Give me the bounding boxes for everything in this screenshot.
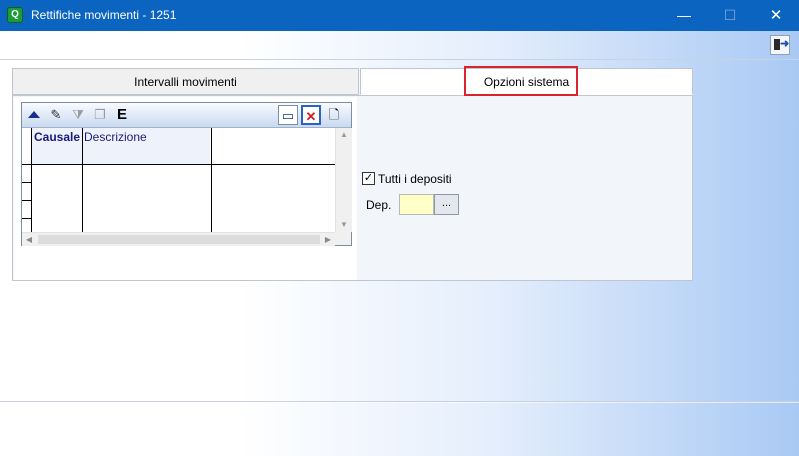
- move-up-icon: [28, 111, 40, 118]
- window-title: Rettifiche movimenti - 1251: [31, 8, 177, 22]
- column-divider: [82, 128, 83, 232]
- tutti-depositi-checkbox[interactable]: ✓: [362, 172, 375, 185]
- window-icon[interactable]: ▭: [278, 105, 298, 125]
- scroll-up-icon[interactable]: ▲: [336, 128, 352, 142]
- scroll-down-icon[interactable]: ▼: [336, 218, 352, 232]
- scroll-left-icon[interactable]: ◀: [22, 233, 36, 246]
- vertical-scrollbar[interactable]: ▲ ▼: [335, 128, 352, 232]
- arrow-right-icon: ➜: [780, 38, 790, 50]
- delete-icon[interactable]: ✕: [301, 105, 321, 125]
- scroll-right-icon[interactable]: ▶: [321, 233, 335, 246]
- scroll-corner: [335, 232, 351, 245]
- horizontal-scrollbar[interactable]: ◀ ▶: [22, 232, 335, 246]
- dep-field[interactable]: [399, 194, 434, 215]
- export-icon[interactable]: E: [112, 105, 132, 125]
- filter-icon[interactable]: ⧩: [68, 105, 88, 125]
- new-page-icon[interactable]: 🗋: [324, 105, 344, 125]
- title-bar: Q Rettifiche movimenti - 1251 — ☐ ✕: [0, 0, 799, 31]
- dep-lookup-button[interactable]: ...: [434, 194, 459, 215]
- tab-intervalli-movimenti[interactable]: Intervalli movimenti: [12, 68, 359, 95]
- row-indicator-column: [22, 128, 32, 232]
- left-pane: ✎ ⧩ ❐ E ▭ ✕ 🗋 Causale Descrizione ▲ ▼ ◀ …: [14, 97, 357, 280]
- row-divider: [22, 182, 31, 183]
- tab-strip: Intervalli movimenti Opzioni sistema: [12, 68, 693, 96]
- move-up-button[interactable]: [24, 105, 44, 125]
- scroll-thumb[interactable]: [38, 235, 320, 244]
- opzioni-pane: ✓ Tutti i depositi Dep. ...: [359, 97, 692, 280]
- header-divider: [31, 164, 335, 165]
- tab-panel: ✎ ⧩ ❐ E ▭ ✕ 🗋 Causale Descrizione ▲ ▼ ◀ …: [12, 95, 693, 281]
- causali-grid: ✎ ⧩ ❐ E ▭ ✕ 🗋 Causale Descrizione ▲ ▼ ◀ …: [21, 102, 352, 246]
- exit-button[interactable]: ➜: [770, 35, 790, 55]
- grid-toolbar: ✎ ⧩ ❐ E ▭ ✕ 🗋: [22, 103, 351, 128]
- dep-label: Dep.: [366, 198, 392, 212]
- row-divider: [22, 200, 31, 201]
- maximize-button[interactable]: ☐: [707, 0, 753, 31]
- column-header-descrizione[interactable]: Descrizione: [84, 130, 147, 144]
- edit-list-icon[interactable]: ✎: [46, 105, 66, 125]
- copy-icon[interactable]: ❐: [90, 105, 110, 125]
- grid-body[interactable]: Causale Descrizione: [22, 128, 335, 232]
- row-divider: [22, 164, 31, 165]
- column-header-causale[interactable]: Causale: [34, 130, 80, 144]
- row-divider: [22, 218, 31, 219]
- status-divider-highlight: [0, 402, 799, 403]
- app-icon: Q: [7, 7, 23, 23]
- window-content: ➜ Intervalli movimenti Opzioni sistema ✎…: [0, 31, 799, 456]
- close-button[interactable]: ✕: [753, 0, 799, 31]
- minimize-button[interactable]: —: [661, 0, 707, 31]
- top-toolbar: ➜: [0, 31, 799, 60]
- tab-highlight-box: [464, 66, 578, 96]
- column-divider: [211, 128, 212, 232]
- tutti-depositi-label[interactable]: Tutti i depositi: [378, 172, 452, 186]
